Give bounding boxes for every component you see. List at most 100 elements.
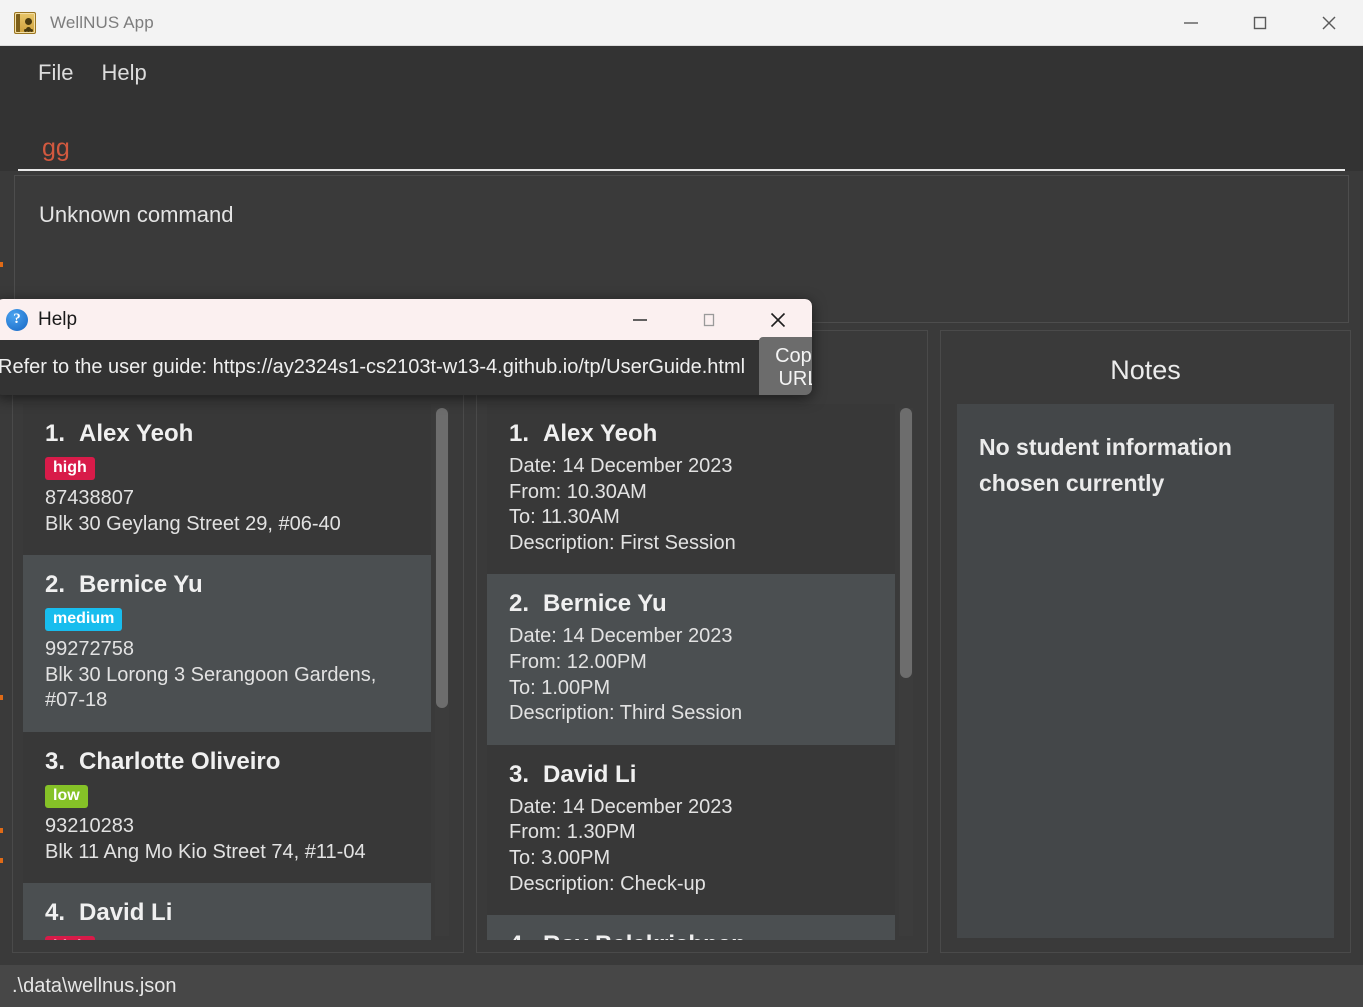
student-card-head: 1. Alex Yeoh bbox=[45, 420, 409, 448]
background-window-edge-mark bbox=[0, 858, 3, 863]
notes-empty-message: No student information chosen currently bbox=[979, 434, 1232, 496]
session-card-head: 3. David Li bbox=[509, 761, 873, 789]
student-phone: 99272758 bbox=[45, 638, 134, 661]
list-item[interactable]: 3. David Li Date: 14 December 2023 From:… bbox=[487, 744, 895, 916]
student-phone: 87438807 bbox=[45, 487, 134, 509]
help-close-button[interactable] bbox=[743, 299, 812, 340]
wellnus-app-window: WellNUS App File Help gg Unknown command bbox=[0, 0, 1363, 1007]
status-badge: high bbox=[45, 457, 95, 480]
address-book-icon bbox=[14, 11, 36, 34]
main-panels: Students 1. Alex Yeoh high 87438807 Blk … bbox=[0, 330, 1363, 965]
window-titlebar: WellNUS App bbox=[0, 0, 1363, 46]
session-list-panel: Appointments 1. Alex Yeoh Date: 14 Decem… bbox=[476, 330, 928, 953]
student-list-scrollbar[interactable] bbox=[435, 408, 449, 936]
student-name: Bernice Yu bbox=[79, 571, 203, 599]
student-list-panel: Students 1. Alex Yeoh high 87438807 Blk … bbox=[12, 330, 464, 953]
status-badge: high bbox=[45, 936, 95, 940]
list-item[interactable]: 4. David Li high bbox=[23, 883, 431, 940]
result-display-message: Unknown command bbox=[39, 202, 234, 227]
student-name: Charlotte Oliveiro bbox=[79, 747, 281, 775]
session-index: 4. bbox=[509, 931, 529, 940]
student-name: David Li bbox=[79, 899, 173, 927]
scrollbar-thumb[interactable] bbox=[436, 408, 448, 708]
list-item[interactable]: 1. Alex Yeoh high 87438807 Blk 30 Geylan… bbox=[23, 404, 431, 556]
close-button[interactable] bbox=[1294, 0, 1363, 46]
list-item[interactable]: 4. Roy Balakrishnan Date: 15 December 20… bbox=[487, 915, 895, 940]
list-item[interactable]: 2. Bernice Yu Date: 14 December 2023 Fro… bbox=[487, 574, 895, 745]
session-to: To: 1.00PM bbox=[509, 676, 611, 699]
session-description: Description: Third Session bbox=[509, 702, 743, 725]
session-to: To: 3.00PM bbox=[509, 846, 611, 869]
window-controls bbox=[1156, 0, 1363, 46]
student-cards: 1. Alex Yeoh high 87438807 Blk 30 Geylan… bbox=[23, 404, 431, 940]
student-card-head: 3. Charlotte Oliveiro bbox=[45, 748, 409, 776]
session-from: From: 12.00PM bbox=[509, 650, 647, 673]
student-index: 2. bbox=[45, 571, 66, 599]
session-cards: 1. Alex Yeoh Date: 14 December 2023 From… bbox=[487, 404, 895, 940]
window-title: WellNUS App bbox=[50, 12, 154, 32]
help-dialog-title: Help bbox=[38, 308, 78, 330]
list-item[interactable]: 2. Bernice Yu medium 99272758 Blk 30 Lor… bbox=[23, 555, 431, 732]
background-window-edge-mark bbox=[0, 695, 3, 700]
session-date: Date: 14 December 2023 bbox=[509, 625, 733, 648]
list-item[interactable]: 1. Alex Yeoh Date: 14 December 2023 From… bbox=[487, 404, 895, 575]
question-mark-icon: ? bbox=[6, 308, 28, 331]
maximize-button[interactable] bbox=[1225, 0, 1294, 46]
save-location-path: .\data\wellnus.json bbox=[12, 974, 177, 997]
student-card-head: 4. David Li bbox=[45, 899, 409, 927]
status-badge: medium bbox=[45, 608, 123, 632]
status-bar: .\data\wellnus.json bbox=[0, 965, 1363, 1007]
notes-panel: Notes No student information chosen curr… bbox=[940, 330, 1351, 953]
session-card-head: 4. Roy Balakrishnan bbox=[509, 931, 873, 940]
session-from: From: 10.30AM bbox=[509, 480, 647, 503]
session-to: To: 11.30AM bbox=[509, 506, 620, 529]
session-card-head: 1. Alex Yeoh bbox=[509, 420, 873, 448]
session-list-area: 1. Alex Yeoh Date: 14 December 2023 From… bbox=[487, 404, 917, 940]
student-address: Blk 30 Geylang Street 29, #06-40 bbox=[45, 512, 341, 535]
session-date: Date: 14 December 2023 bbox=[509, 455, 733, 477]
session-student-name: Bernice Yu bbox=[543, 590, 667, 618]
student-address: Blk 11 Ang Mo Kio Street 74, #11-04 bbox=[45, 840, 366, 863]
help-minimize-button[interactable] bbox=[605, 299, 674, 340]
session-date: Date: 14 December 2023 bbox=[509, 795, 733, 818]
minimize-button[interactable] bbox=[1156, 0, 1225, 46]
student-index: 4. bbox=[45, 899, 66, 927]
session-card-head: 2. Bernice Yu bbox=[509, 590, 873, 618]
menu-file[interactable]: File bbox=[24, 56, 87, 90]
copy-url-button[interactable]: Copy URL bbox=[759, 336, 812, 395]
session-student-name: Roy Balakrishnan bbox=[543, 931, 746, 940]
session-student-name: Alex Yeoh bbox=[543, 420, 658, 447]
session-index: 3. bbox=[509, 760, 530, 788]
session-description: Description: First Session bbox=[509, 531, 736, 554]
student-list-area: 1. Alex Yeoh high 87438807 Blk 30 Geylan… bbox=[23, 404, 453, 940]
help-maximize-button[interactable] bbox=[674, 299, 743, 340]
session-index: 2. bbox=[509, 590, 530, 618]
help-message: Refer to the user guide: https://ay2324s… bbox=[0, 356, 746, 378]
session-index: 1. bbox=[509, 420, 530, 447]
menu-help[interactable]: Help bbox=[87, 56, 160, 90]
command-input[interactable]: gg bbox=[18, 136, 1345, 171]
background-window-edge-mark bbox=[0, 828, 3, 833]
session-list-scrollbar[interactable] bbox=[899, 408, 913, 936]
menubar: File Help bbox=[0, 46, 1363, 99]
help-dialog: ? Help Refer to the user guide: https://… bbox=[0, 299, 812, 395]
notes-content-area: No student information chosen currently bbox=[957, 404, 1334, 938]
student-index: 1. bbox=[45, 420, 66, 447]
scrollbar-thumb[interactable] bbox=[900, 408, 912, 678]
background-window-edge-mark bbox=[0, 262, 3, 267]
help-dialog-titlebar: ? Help bbox=[0, 299, 812, 340]
student-address: Blk 30 Lorong 3 Serangoon Gardens, #07-1… bbox=[45, 663, 377, 712]
session-student-name: David Li bbox=[543, 760, 637, 788]
student-name: Alex Yeoh bbox=[79, 420, 194, 447]
session-description: Description: Check-up bbox=[509, 872, 706, 895]
student-index: 3. bbox=[45, 747, 66, 775]
session-from: From: 1.30PM bbox=[509, 821, 636, 844]
command-box-container: gg bbox=[0, 99, 1363, 171]
status-badge: low bbox=[45, 784, 88, 808]
page-title: Notes bbox=[1110, 355, 1181, 385]
command-input-value: gg bbox=[42, 134, 70, 162]
list-item[interactable]: 3. Charlotte Oliveiro low 93210283 Blk 1… bbox=[23, 731, 431, 884]
help-dialog-body: Refer to the user guide: https://ay2324s… bbox=[0, 336, 812, 395]
student-phone: 93210283 bbox=[45, 814, 134, 837]
help-dialog-controls bbox=[605, 299, 812, 340]
